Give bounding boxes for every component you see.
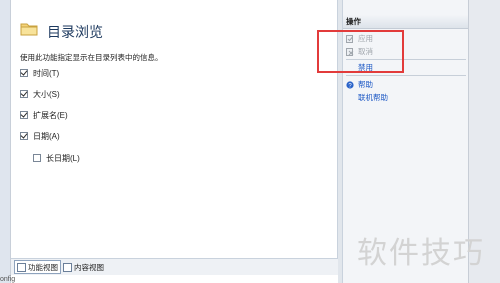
option-date[interactable]: 日期(A)	[20, 130, 60, 142]
folder-icon	[20, 23, 38, 36]
help-action[interactable]: ? 帮助	[346, 79, 373, 90]
tab-content-view[interactable]: 内容视图	[63, 261, 104, 273]
highlight-annotation	[317, 30, 404, 73]
features-view-icon	[17, 262, 26, 272]
option-size[interactable]: 大小(S)	[20, 88, 60, 100]
watermark-text: 软件技巧	[357, 236, 485, 271]
online-help-action[interactable]: 联机帮助	[358, 92, 388, 103]
option-extension[interactable]: 扩展名(E)	[20, 109, 68, 121]
online-help-label: 联机帮助	[358, 93, 388, 102]
tab-features-view[interactable]: 功能视图	[14, 260, 61, 274]
left-window-edge	[0, 0, 11, 283]
feature-description: 使用此功能指定显示在目录列表中的信息。	[20, 53, 163, 62]
option-time[interactable]: 时间(T)	[20, 67, 59, 79]
size-checkbox[interactable]	[20, 90, 28, 98]
actions-title: 操作	[346, 17, 361, 26]
help-icon: ?	[346, 80, 354, 89]
tab-features-view-label: 功能视图	[28, 262, 58, 272]
option-long-date-label: 长日期(L)	[46, 153, 80, 163]
date-checkbox[interactable]	[20, 132, 28, 140]
option-size-label: 大小(S)	[33, 89, 60, 99]
actions-separator-2	[346, 75, 466, 76]
status-config-text: onfig	[0, 276, 16, 283]
option-date-label: 日期(A)	[33, 131, 60, 141]
actions-header: 操作	[343, 14, 469, 29]
option-time-label: 时间(T)	[33, 68, 60, 78]
feature-header: 目录浏览	[11, 18, 337, 46]
feature-panel: 目录浏览 使用此功能指定显示在目录列表中的信息。 时间(T) 大小(S) 扩展名…	[11, 0, 338, 258]
help-label: 帮助	[358, 80, 373, 89]
view-tabs-bar: 功能视图 内容视图	[11, 258, 338, 275]
tab-content-view-label: 内容视图	[74, 262, 104, 272]
time-checkbox[interactable]	[20, 69, 28, 77]
long-date-checkbox[interactable]	[33, 154, 41, 162]
page-title: 目录浏览	[47, 24, 103, 40]
option-extension-label: 扩展名(E)	[33, 110, 68, 120]
content-view-icon	[63, 262, 72, 272]
option-long-date[interactable]: 长日期(L)	[33, 152, 80, 164]
extension-checkbox[interactable]	[20, 111, 28, 119]
